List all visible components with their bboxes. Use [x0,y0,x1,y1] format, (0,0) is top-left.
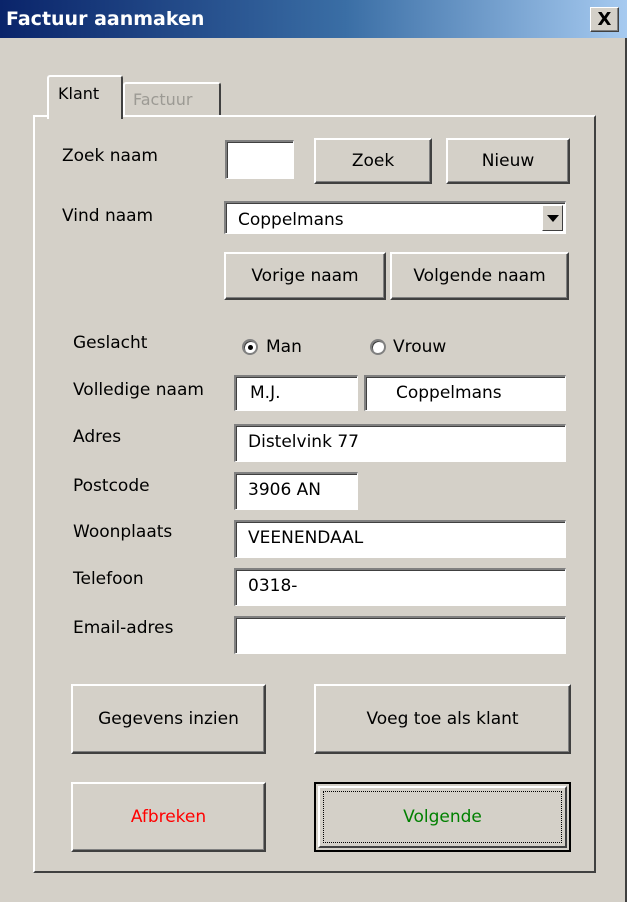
zoek-button-label: Zoek [351,151,395,171]
adres-label: Adres [73,427,122,447]
vorige-naam-label: Vorige naam [251,266,359,286]
email-field[interactable] [234,616,566,654]
lastname-value: Coppelmans [396,383,502,403]
vind-naam-value: Coppelmans [238,210,344,230]
telefoon-label: Telefoon [73,569,144,589]
lastname-field[interactable]: Coppelmans [364,375,566,411]
chevron-down-icon [546,214,559,222]
vorige-naam-button[interactable]: Vorige naam [224,252,386,300]
afbreken-label: Afbreken [130,807,207,827]
vind-naam-label: Vind naam [62,206,154,226]
volgende-label: Volgende [403,807,482,827]
email-label: Email-adres [73,618,174,638]
zoek-button[interactable]: Zoek [314,138,432,184]
adres-field[interactable]: Distelvink 77 [234,424,566,462]
zoek-naam-label: Zoek naam [62,146,158,166]
woonplaats-label: Woonplaats [73,522,173,542]
afbreken-button[interactable]: Afbreken [71,782,266,852]
initials-value: M.J. [250,383,281,403]
woonplaats-field[interactable]: VEENENDAAL [234,520,566,558]
volgende-naam-label: Volgende naam [413,266,546,286]
dropdown-button[interactable] [542,205,563,231]
vind-naam-combobox[interactable]: Coppelmans [224,201,566,234]
volledige-naam-label: Volledige naam [73,380,204,400]
postcode-field[interactable]: 3906 AN [234,472,358,510]
postcode-value: 3906 AN [248,480,322,500]
volgende-button[interactable]: Volgende [314,782,571,852]
radio-man[interactable] [242,339,258,355]
gegevens-inzien-label: Gegevens inzien [98,709,239,729]
radio-vrouw[interactable] [370,339,386,355]
volgende-naam-button[interactable]: Volgende naam [390,252,569,300]
postcode-label: Postcode [73,476,150,496]
nieuw-button[interactable]: Nieuw [446,138,570,184]
gegevens-inzien-button[interactable]: Gegevens inzien [71,684,266,754]
voeg-toe-button[interactable]: Voeg toe als klant [314,684,571,754]
radio-selected-dot [248,345,253,350]
adres-value: Distelvink 77 [248,432,359,452]
voeg-toe-label: Voeg toe als klant [366,709,519,729]
nieuw-button-label: Nieuw [481,151,535,171]
geslacht-label: Geslacht [73,333,148,353]
zoek-naam-input[interactable] [225,140,294,179]
telefoon-field[interactable]: 0318- [234,568,566,606]
initials-field[interactable]: M.J. [234,375,358,411]
radio-vrouw-label[interactable]: Vrouw [393,337,446,357]
radio-man-label[interactable]: Man [266,337,302,357]
woonplaats-value: VEENENDAAL [248,528,364,548]
telefoon-value: 0318- [248,576,298,596]
